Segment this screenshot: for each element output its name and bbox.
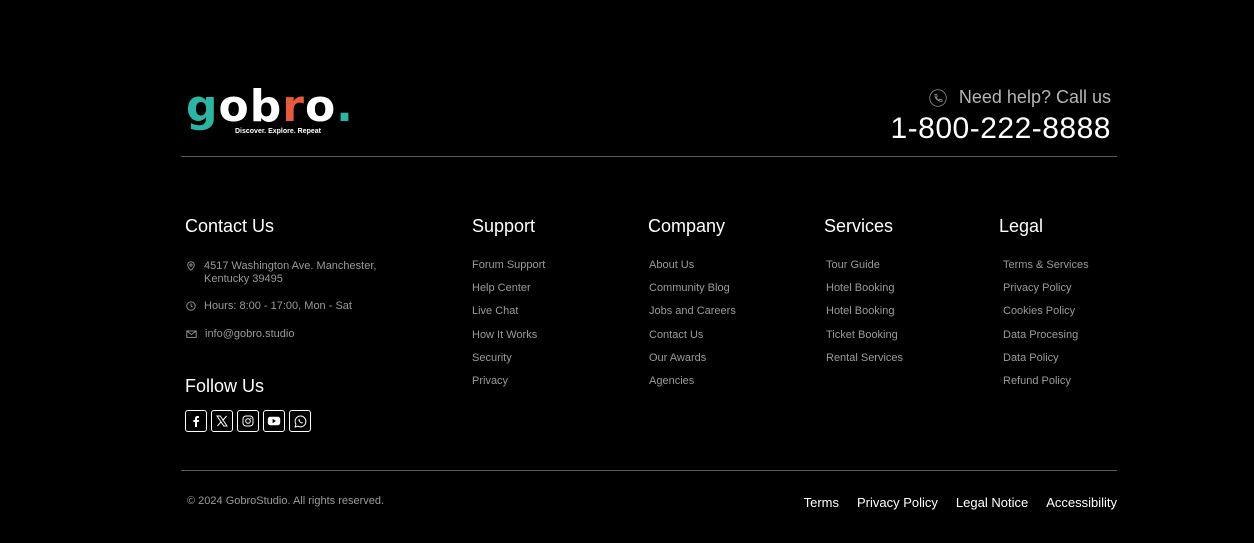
email-link[interactable]: info@gobro.studio [205, 328, 294, 340]
services-link[interactable]: Tour Guide [826, 260, 880, 271]
company-title: Company [648, 216, 726, 236]
support-title: Support [472, 216, 536, 236]
legal-link[interactable]: Privacy Policy [1003, 283, 1071, 294]
services-link[interactable]: Hotel Booking [826, 283, 895, 294]
top-divider [181, 156, 1117, 157]
bottom-divider [181, 470, 1117, 471]
logo-letter-o2: o [304, 81, 337, 132]
logo-letter-r: r [282, 81, 305, 132]
contact-hours: Hours: 8:00 - 17:00, Mon - Sat [186, 300, 352, 312]
services-link[interactable]: Hotel Booking [826, 306, 895, 317]
legal-title: Legal [999, 216, 1044, 236]
logo-letter-g: g [186, 81, 219, 132]
clock-icon [186, 301, 196, 311]
logo-letter-o: o [218, 81, 250, 132]
legal-link[interactable]: Refund Policy [1003, 376, 1071, 387]
help-phone-number[interactable]: 1-800-222-8888 [890, 112, 1111, 146]
logo-dot: . [336, 81, 354, 132]
copyright-text: © 2024 GobroStudio. All rights reserved. [187, 495, 385, 507]
whatsapp-icon[interactable] [289, 410, 311, 432]
x-icon[interactable] [211, 410, 233, 432]
services-link[interactable]: Ticket Booking [826, 330, 898, 341]
services-title: Services [824, 216, 894, 236]
address-line-2: Kentucky 39495 [204, 273, 283, 285]
help-contact: Need help? Call us 1-800-222-8888 [890, 87, 1111, 146]
footer-links: Terms Privacy Policy Legal Notice Access… [804, 495, 1117, 510]
support-link[interactable]: Security [472, 353, 512, 364]
company-link[interactable]: Our Awards [649, 353, 706, 364]
support-link[interactable]: Live Chat [472, 306, 518, 317]
company-link[interactable]: Community Blog [649, 283, 730, 294]
help-text: Need help? Call us [958, 87, 1111, 107]
address-line-1: 4517 Washington Ave. Manchester, [204, 260, 377, 272]
footer-link-terms[interactable]: Terms [804, 495, 839, 510]
hours-text: Hours: 8:00 - 17:00, Mon - Sat [204, 300, 352, 312]
footer-link-legal-notice[interactable]: Legal Notice [956, 495, 1028, 510]
footer-link-accessibility[interactable]: Accessibility [1046, 495, 1117, 510]
footer-link-privacy[interactable]: Privacy Policy [857, 495, 938, 510]
logo-tagline: Discover. Explore. Repeat [235, 128, 321, 135]
social-links [185, 410, 311, 432]
company-link[interactable]: Jobs and Careers [649, 306, 736, 317]
logo-wordmark: gobro. [186, 85, 354, 129]
support-link[interactable]: Forum Support [472, 260, 545, 271]
legal-link[interactable]: Data Policy [1003, 353, 1059, 364]
support-link[interactable]: Privacy [472, 376, 508, 387]
legal-link[interactable]: Data Procesing [1003, 330, 1078, 341]
company-link[interactable]: Agencies [649, 376, 694, 387]
instagram-icon[interactable] [237, 410, 259, 432]
phone-icon [929, 88, 947, 107]
follow-title: Follow Us [185, 376, 265, 396]
logo-letter-b: b [249, 81, 283, 132]
contact-email[interactable]: info@gobro.studio [186, 328, 294, 340]
company-link[interactable]: About Us [649, 260, 694, 271]
contact-address: 4517 Washington Ave. Manchester, Kentuck… [186, 260, 376, 286]
services-link[interactable]: Rental Services [826, 353, 903, 364]
brand-logo[interactable]: gobro. Discover. Explore. Repeat [186, 85, 353, 141]
support-link[interactable]: Help Center [472, 283, 531, 294]
support-link[interactable]: How It Works [472, 330, 537, 341]
help-line: Need help? Call us [890, 87, 1111, 108]
company-link[interactable]: Contact Us [649, 330, 703, 341]
location-pin-icon [187, 261, 195, 271]
mail-icon [186, 330, 197, 338]
facebook-icon[interactable] [185, 410, 207, 432]
legal-link[interactable]: Terms & Services [1003, 260, 1089, 271]
legal-link[interactable]: Cookies Policy [1003, 306, 1075, 317]
youtube-icon[interactable] [263, 410, 285, 432]
contact-title: Contact Us [185, 216, 275, 236]
